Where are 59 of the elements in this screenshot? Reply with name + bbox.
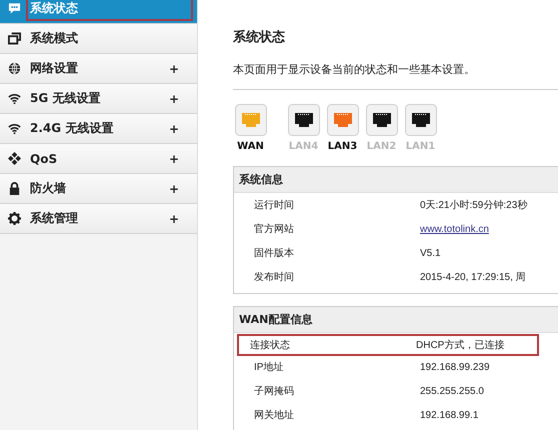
diamonds-icon (8, 152, 21, 165)
port-label: WAN (237, 141, 264, 152)
sidebar-item[interactable]: 系统状态 (0, 0, 197, 24)
field-label: 运行时间 (254, 198, 295, 212)
field-label: 官方网站 (254, 222, 295, 236)
field-value: DHCP方式，已连接 (416, 338, 504, 352)
expand-toggle[interactable]: + (169, 212, 179, 226)
field-value: V5.1 (420, 248, 441, 258)
panel-header: WAN配置信息 (234, 307, 558, 333)
field-value: 192.168.99.1 (420, 410, 478, 420)
settings-icon (8, 212, 21, 225)
sidebar-item[interactable]: 5G 无线设置 + (0, 84, 197, 114)
website-link[interactable]: www.totolink.cn (420, 224, 489, 234)
field-label: 固件版本 (254, 246, 295, 260)
field-label: 发布时间 (254, 270, 295, 284)
port-label: LAN4 (288, 141, 318, 152)
sidebar-item[interactable]: QoS + (0, 144, 197, 174)
expand-toggle[interactable]: + (169, 62, 179, 76)
field-label: 子网掩码 (254, 385, 295, 398)
sidebar-item[interactable]: 网络设置 + (0, 54, 197, 84)
lock-icon (8, 182, 21, 195)
wifi-icon (8, 122, 21, 135)
sidebar-item[interactable]: 2.4G 无线设置 + (0, 114, 197, 144)
field-value: 0天:21小时:59分钟:23秒 (420, 198, 528, 212)
sidebar-label: QoS (30, 152, 58, 166)
sidebar-label: 2.4G 无线设置 (30, 120, 114, 137)
expand-toggle[interactable]: + (169, 122, 179, 136)
field-value: 192.168.99.239 (420, 362, 490, 372)
sidebar-label: 系统管理 (30, 210, 79, 227)
wifi-icon (8, 92, 21, 105)
field-value: 2015-4-20, 17:29:15, 周 (420, 271, 526, 284)
windows-icon (8, 32, 21, 45)
sidebar-label: 5G 无线设置 (30, 90, 102, 107)
expand-toggle[interactable]: + (169, 182, 179, 196)
port-label: LAN1 (406, 141, 436, 152)
sidebar-label: 系统模式 (30, 30, 79, 47)
ethernet-port-icon (326, 104, 358, 136)
sidebar-item[interactable]: 系统模式 (0, 24, 197, 54)
ethernet-port-icon (404, 104, 436, 136)
sidebar-item[interactable]: 防火墙 + (0, 174, 197, 204)
field-value: 255.255.255.0 (420, 386, 484, 396)
ethernet-port-icon (288, 104, 320, 136)
sidebar-item[interactable]: 系统管理 + (0, 204, 197, 234)
ethernet-port-icon (366, 104, 398, 136)
field-label: 网关地址 (254, 408, 295, 422)
field-label: 连接状态 (250, 338, 291, 352)
port-label: LAN3 (328, 141, 358, 152)
page-description: 本页面用于显示设备当前的状态和一些基本设置。 (233, 62, 558, 90)
panel-header: 系统信息 (234, 167, 558, 193)
sidebar-label: 网络设置 (30, 60, 79, 77)
expand-toggle[interactable]: + (169, 92, 179, 106)
page-title: 系统状态 (233, 28, 286, 46)
field-label: IP地址 (254, 360, 284, 374)
ethernet-port-icon (234, 104, 266, 136)
expand-toggle[interactable]: + (169, 152, 179, 166)
sidebar-label: 防火墙 (30, 180, 67, 197)
chat-icon (8, 2, 21, 15)
port-label: LAN2 (366, 141, 396, 152)
globe-icon (8, 62, 21, 75)
